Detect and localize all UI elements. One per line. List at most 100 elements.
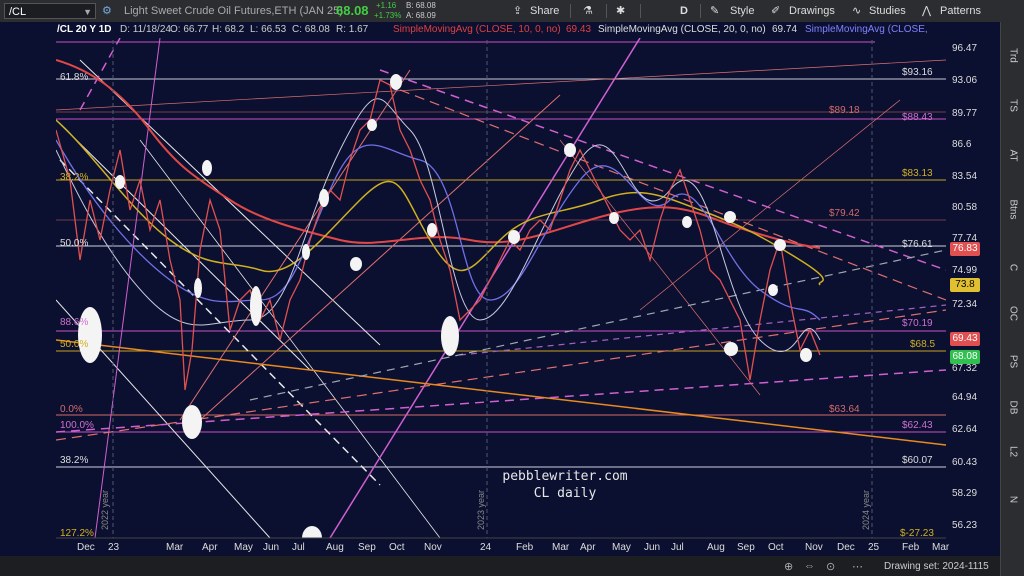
price-tag: 73.8 [950,278,980,292]
time-axis-label: Nov [805,542,823,553]
bottom-bar: ⊕ ⇔ ⊙ ⋯ Drawing set: 2024-1115 [0,556,1000,576]
time-axis-label: Mar [166,542,184,553]
price-axis-label: 80.58 [952,202,978,213]
time-axis-label: Feb [516,542,534,553]
pivot-marker [427,223,437,237]
side-panel-tab[interactable]: AT [1008,144,1019,168]
year-label: 2024 year [861,489,871,530]
side-panel-tab[interactable]: N [1008,488,1019,512]
fib-price-label: $89.18 [829,105,860,116]
right-side-panel: Trd TS AT Btns C OC PS DB L2 N [1000,22,1024,576]
price-axis-label: 89.77 [952,108,978,119]
fib-level-label: 50.0% [60,238,89,249]
time-axis-label: Mar [932,542,950,553]
pivot-marker [768,284,778,296]
time-axis-label: Oct [389,542,405,553]
pivot-marker [800,348,812,362]
price-axis-label: 58.29 [952,488,978,499]
side-panel-tab[interactable]: C [1008,256,1019,280]
time-axis-label: May [612,542,631,553]
pivot-marker [194,278,202,298]
pan-icon[interactable]: ⇔ [804,560,815,572]
time-axis-label: Jun [644,542,661,553]
pivot-marker [682,216,692,228]
time-axis-label: Feb [902,542,920,553]
pivot-marker [724,342,738,356]
pivot-marker [390,74,402,90]
fib-price-label: $68.5 [910,339,936,350]
time-axis-label: Apr [202,542,218,553]
fib-level-label: 50.0% [60,339,89,350]
pivot-marker [441,316,459,356]
fib-price-label: $62.43 [902,420,933,431]
price-axis-label: 64.94 [952,392,978,403]
year-label: 2022 year [100,489,110,530]
side-panel-tab[interactable]: OC [1008,302,1019,326]
pivot-marker [78,307,102,363]
fib-level-label: 38.2% [60,455,89,466]
pivot-marker [564,143,576,157]
price-axis-label: 86.6 [952,139,972,150]
time-axis-label: Jul [671,542,684,553]
pivot-marker [302,244,310,260]
watermark-text: pebblewriter.com CL daily [490,468,640,502]
pivot-marker [774,239,786,251]
pivot-marker [182,405,202,439]
fib-price-label: $79.42 [829,208,860,219]
fib-price-label: $88.43 [902,112,933,123]
time-axis-label: 25 [868,542,880,553]
pivot-marker [115,175,125,189]
pivot-marker [724,211,736,223]
side-panel-tab[interactable]: Trd [1008,44,1019,68]
fib-price-label: $76.61 [902,239,933,250]
time-axis-label: Aug [707,542,725,553]
time-axis-label: Aug [326,542,344,553]
time-axis-label: Oct [768,542,784,553]
time-axis-label: Sep [737,542,755,553]
fib-level-label: 100.0% [60,420,94,431]
watermark-line2: CL daily [533,486,597,501]
time-axis-label: May [234,542,253,553]
year-label: 2023 year [476,489,486,530]
fib-price-label: $83.13 [902,168,933,179]
watermark-line1: pebblewriter.com [502,469,628,484]
time-axis-label: 23 [108,542,120,553]
price-tag: 68.08 [950,350,980,364]
price-axis-label: 62.64 [952,424,978,435]
fib-level-label: 38.2% [60,172,89,183]
price-axis-label: 74.99 [952,265,978,276]
time-axis-label: Jun [263,542,280,553]
fib-price-label: $70.19 [902,318,933,329]
price-axis-label: 56.23 [952,520,978,531]
pivot-marker [609,212,619,224]
fib-price-label: $93.16 [902,67,933,78]
fib-level-label: 88.6% [60,317,89,328]
drawing-tool-icon[interactable]: ⋯ [852,560,863,573]
side-panel-tab[interactable]: DB [1008,396,1019,420]
price-axis-label: 83.54 [952,171,978,182]
price-axis-label: 67.32 [952,363,978,374]
price-axis-label: 72.34 [952,299,978,310]
price-axis-label: 93.06 [952,75,978,86]
side-panel-tab[interactable]: L2 [1008,440,1019,464]
pivot-marker [350,257,362,271]
zoom-icon[interactable]: ⊕ [784,560,793,573]
crosshair-icon[interactable]: ⊙ [826,560,835,573]
side-panel-tab[interactable]: TS [1008,94,1019,118]
price-axis-label: 60.43 [952,457,978,468]
fib-price-label: $-27.23 [900,528,934,539]
fib-price-label: $63.64 [829,404,860,415]
time-axis-label: Dec [837,542,855,553]
pivot-marker [367,119,377,131]
price-tag: 69.43 [950,332,980,346]
time-axis-label: Apr [580,542,596,553]
price-tag: 76.83 [950,242,980,256]
time-axis-label: 24 [480,542,492,553]
side-panel-tab[interactable]: PS [1008,350,1019,374]
time-axis-label: Dec [77,542,95,553]
time-axis-label: Nov [424,542,442,553]
price-axis-label: 96.47 [952,43,978,54]
drawing-set-label: Drawing set: 2024-1115 [884,561,989,572]
fib-level-label: 61.8% [60,72,89,83]
side-panel-tab[interactable]: Btns [1008,198,1019,222]
